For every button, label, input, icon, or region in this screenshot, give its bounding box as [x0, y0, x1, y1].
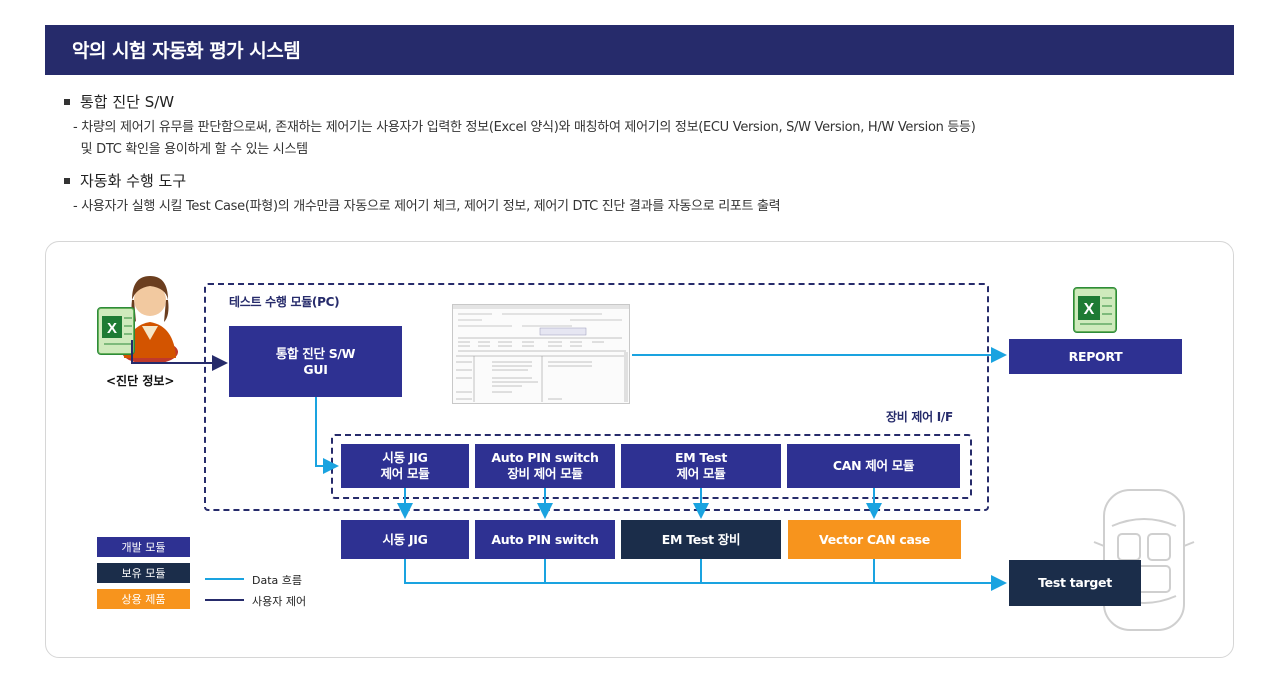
legend-dev-module: 개발 모듈 — [97, 537, 190, 557]
legend-commercial-product: 상용 제품 — [97, 589, 190, 609]
connector-lines — [131, 340, 1007, 601]
legend-user-control: 사용자 제어 — [252, 595, 307, 608]
legend-data-flow: Data 흐름 — [252, 574, 303, 587]
legend-owned-module: 보유 모듈 — [97, 563, 190, 583]
